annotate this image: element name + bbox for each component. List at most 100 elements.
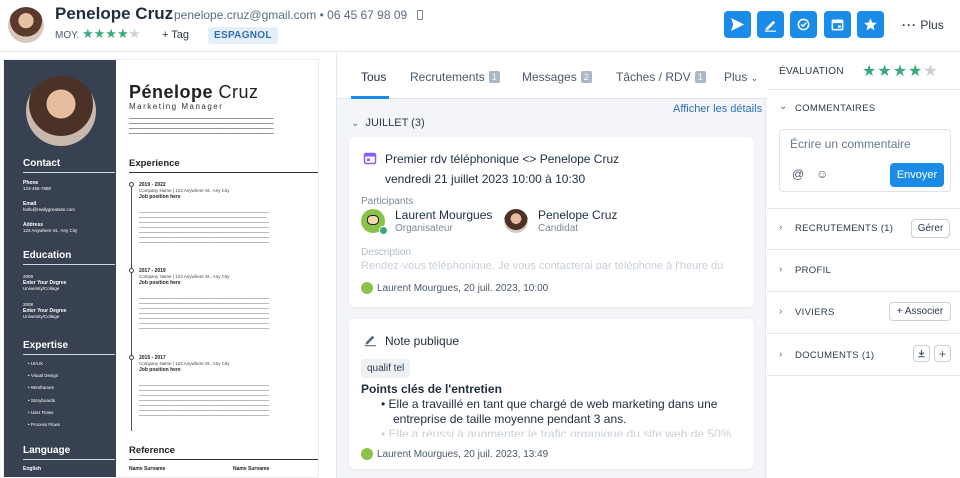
chevron-right-icon[interactable]: ›	[779, 349, 782, 360]
schedule-meeting-button[interactable]	[824, 11, 851, 38]
upload-document-button[interactable]	[913, 345, 930, 362]
plus-icon: +	[938, 346, 946, 361]
calendar-icon	[831, 19, 844, 31]
resume-expertise-title: Expertise	[23, 340, 69, 351]
resume-language-title: Language	[23, 445, 71, 456]
more-actions-button[interactable]: ··· Plus	[902, 18, 944, 32]
tab-label: Tous	[361, 70, 387, 84]
job-description: ━━━━━━━━━━━━━━━━━━━━━━━━━━━━━━━━━━━━━━━━…	[139, 383, 270, 418]
reference-name-label: Name Surname	[129, 466, 166, 472]
add-task-button[interactable]	[790, 11, 817, 38]
profile-section-title[interactable]: PROFIL	[795, 265, 831, 276]
task-check-icon	[797, 18, 810, 31]
chevron-right-icon[interactable]: ›	[779, 222, 782, 233]
emoji-icon[interactable]: ☺	[816, 167, 828, 181]
tab-more[interactable]: Plus ⌄	[724, 70, 758, 84]
documents-section-title[interactable]: DOCUMENTS (1)	[795, 350, 874, 361]
tab-count-badge: 2	[580, 71, 592, 83]
download-icon	[918, 349, 925, 358]
meeting-card[interactable]: Premier rdv téléphonique <> Penelope Cru…	[349, 137, 754, 307]
expertise-label: Wireframes	[30, 385, 54, 390]
resume-preview[interactable]: Contact Phone 123-456-7890 Email hello@rea…	[3, 59, 319, 478]
participant-name: Laurent Mourgues	[395, 208, 493, 222]
associate-pool-button[interactable]: + Associer	[889, 302, 951, 321]
tab-messages[interactable]: Messages 2	[522, 70, 592, 84]
resume-email-value: hello@reallygreatsite.com	[23, 207, 75, 212]
resume-education-item: 2008 Enter Your Degree University/College	[23, 274, 66, 292]
resume-email: Email hello@reallygreatsite.com	[23, 201, 75, 213]
resume-first-name: Pénelope	[129, 82, 214, 102]
timeline-line	[131, 183, 132, 431]
author-avatar	[361, 282, 373, 294]
chevron-down-icon[interactable]: ⌄	[779, 101, 787, 112]
average-rating-stars: ★★★★★	[82, 26, 141, 41]
send-message-button[interactable]	[724, 11, 751, 38]
candidate-avatar	[504, 209, 528, 233]
expertise-item: • Storyboards	[28, 398, 56, 403]
divider	[767, 375, 960, 376]
edit-button[interactable]	[757, 11, 784, 38]
comments-section-title[interactable]: COMMENTAIRES	[795, 103, 875, 114]
add-document-button[interactable]: +	[934, 345, 951, 362]
divider	[129, 459, 318, 460]
chevron-down-icon: ⌄	[351, 118, 360, 129]
job-description: ━━━━━━━━━━━━━━━━━━━━━━━━━━━━━━━━━━━━━━━━…	[139, 210, 270, 245]
tab-all[interactable]: Tous	[361, 70, 386, 84]
reference-name-label: Name Surname	[233, 466, 270, 472]
author-avatar	[361, 448, 373, 460]
candidate-header: Penelope Cruz penelope.cruz@gmail.com • …	[0, 0, 960, 52]
tab-recruitments[interactable]: Recrutements 1	[410, 70, 500, 84]
candidate-email[interactable]: penelope.cruz@gmail.com	[174, 8, 316, 22]
tab-count-badge: 1	[694, 71, 706, 83]
job-entry: 2017 - 2019 Company Name | 123 Anywhere S…	[139, 268, 318, 286]
pencil-icon	[364, 335, 377, 347]
expertise-label: UI/UX	[30, 361, 43, 366]
candidate-contact: penelope.cruz@gmail.com • 06 45 67 98 09	[174, 8, 423, 22]
note-bullet-text: Elle a travaillé en tant que chargé de w…	[388, 397, 718, 411]
resume-sidebar: Contact Phone 123-456-7890 Email hello@rea…	[4, 60, 116, 477]
expertise-item: • Wireframes	[28, 385, 54, 390]
candidate-name: Penelope Cruz	[55, 4, 174, 23]
resume-summary: ━━━━━━━━━━━━━━━━━━━━━━━━━━━━━━━━━━━━━━━━…	[129, 116, 274, 136]
tab-label: Messages	[522, 70, 577, 84]
chevron-right-icon[interactable]: ›	[779, 306, 782, 317]
favorite-button[interactable]	[857, 11, 884, 38]
language-item-label: English	[23, 466, 42, 472]
show-details-link[interactable]: Afficher les détails	[673, 103, 762, 115]
add-tag-button[interactable]: + Tag	[162, 29, 189, 41]
description-text: Rendez-vous téléphonique. Je vous contac…	[361, 260, 724, 270]
note-bullet: • Elle a travaillé en tant que chargé de…	[381, 397, 718, 411]
divider	[767, 333, 960, 334]
tab-tasks[interactable]: Tâches / RDV 1	[616, 70, 706, 84]
edu-school: University/College	[23, 286, 60, 291]
send-icon	[731, 17, 745, 32]
manage-recruitments-button[interactable]: Gérer	[911, 219, 950, 238]
send-comment-button[interactable]: Envoyer	[890, 163, 944, 187]
activity-feed: Tous Recrutements 1 Messages 2 Tâches / RD…	[336, 53, 767, 478]
pools-section-title[interactable]: VIVIERS	[795, 307, 835, 318]
candidate-phone[interactable]: 06 45 67 98 09	[327, 8, 407, 22]
recruitments-section-title[interactable]: RECRUTEMENTS (1)	[795, 223, 893, 234]
candidate-avatar	[8, 7, 44, 43]
chevron-right-icon[interactable]: ›	[779, 264, 782, 275]
month-group-toggle[interactable]: ⌄ JUILLET (3)	[351, 117, 425, 129]
meeting-title: Premier rdv téléphonique <> Penelope Cru…	[385, 152, 620, 166]
meeting-datetime: vendredi 21 juillet 2023 10:00 à 10:30	[385, 172, 586, 186]
resume-contact-title: Contact	[23, 158, 61, 169]
note-bullet-continuation: entreprise de taille moyenne pendant 3 a…	[393, 412, 627, 426]
tab-label: Tâches / RDV	[616, 70, 691, 84]
participant-role: Organisateur	[395, 223, 453, 234]
more-actions-label: Plus	[920, 18, 944, 32]
note-heading: Points clés de l'entretien	[361, 382, 502, 396]
timeline-dot	[129, 355, 134, 360]
expertise-item: • UI/UX	[28, 361, 43, 366]
evaluation-stars[interactable]: ★★★★★	[862, 61, 939, 81]
mention-icon[interactable]: @	[792, 167, 804, 181]
ellipsis-icon: ···	[902, 18, 917, 32]
note-card[interactable]: Note publique qualif tel Points clés de …	[349, 319, 754, 469]
resume-education-item: 2008 Enter Your Degree University/College	[23, 302, 66, 320]
feed-tabs: Tous Recrutements 1 Messages 2 Tâches / RD…	[337, 53, 767, 99]
note-bullet: • Elle a réussi à augmenter le trafic or…	[381, 427, 751, 437]
comment-input[interactable]: Écrire un commentaire	[790, 137, 911, 151]
job-title: Job position here	[139, 367, 181, 373]
